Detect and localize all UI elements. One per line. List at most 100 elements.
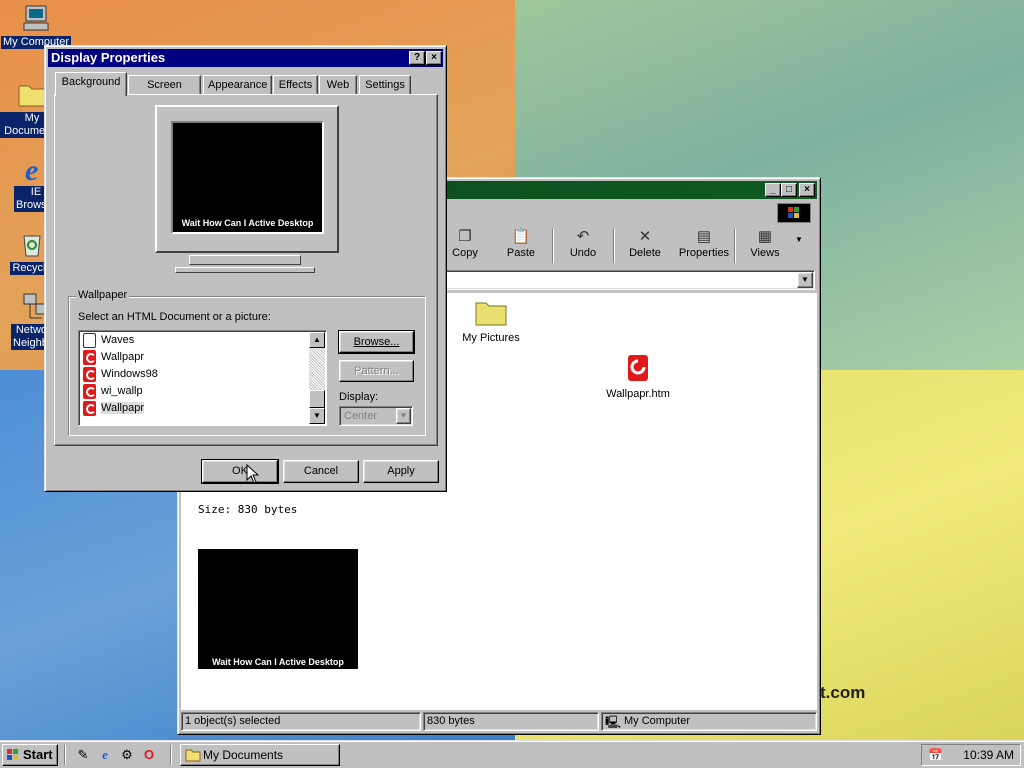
paste-label: Paste <box>506 247 536 259</box>
views-label: Views <box>750 247 780 259</box>
display-select[interactable]: Center ▼ <box>339 406 413 426</box>
toolbar-separator <box>552 229 554 263</box>
display-properties-dialog: Display Properties ? × Background Screen… <box>44 45 447 492</box>
list-item-label: Wallpapr <box>101 351 144 363</box>
html-document-icon <box>83 401 96 416</box>
monitor-base <box>189 255 301 265</box>
taskbar-item-label: My Documents <box>203 748 284 762</box>
monitor-foot <box>175 267 315 273</box>
html-document-icon <box>628 355 648 381</box>
undo-label: Undo <box>569 247 597 259</box>
ok-button[interactable]: OK <box>201 459 279 484</box>
list-prompt: Select an HTML Document or a picture: <box>78 311 271 323</box>
views-dropdown-icon[interactable]: ▼ <box>795 235 803 244</box>
html-document-icon <box>83 350 96 365</box>
list-item[interactable]: Waves <box>81 332 134 349</box>
preview-caption: Wait How Can I Active Desktop <box>181 218 314 228</box>
paste-icon: 📋 <box>511 228 531 245</box>
listbox-scrollbar[interactable]: ▲ ▼ <box>309 332 325 424</box>
taskbar-separator <box>170 745 172 765</box>
start-button[interactable]: Start <box>2 744 58 766</box>
list-item[interactable]: wi_wallp <box>81 383 143 400</box>
close-button[interactable]: × <box>426 51 442 65</box>
pattern-button[interactable]: Pattern... <box>339 360 414 382</box>
tab-appearance[interactable]: Appearance <box>203 75 272 95</box>
properties-icon: ▤ <box>696 228 712 245</box>
svg-text:e: e <box>25 154 38 184</box>
taskbar-separator <box>64 745 66 765</box>
delete-button[interactable]: ✕ Delete <box>619 227 671 265</box>
status-selection: 1 object(s) selected <box>181 712 421 731</box>
tab-effects[interactable]: Effects <box>273 75 318 95</box>
scroll-up-icon[interactable]: ▲ <box>309 332 325 348</box>
computer-icon: 🖳 <box>605 715 622 729</box>
cancel-button[interactable]: Cancel <box>283 460 359 483</box>
desktop-icon-my-computer[interactable]: My Computer <box>0 2 72 49</box>
monitor-screen: Wait How Can I Active Desktop <box>171 121 324 234</box>
internet-explorer-icon[interactable]: e <box>96 746 114 764</box>
properties-button[interactable]: ▤ Properties <box>675 227 733 265</box>
status-zone: 🖳 My Computer <box>601 712 817 731</box>
browse-button[interactable]: Browse... <box>338 330 415 354</box>
dialog-title: Display Properties <box>51 50 166 65</box>
list-item-selected[interactable]: Wallpapr <box>81 400 144 417</box>
list-item[interactable]: Wallpapr <box>81 349 144 366</box>
status-size: 830 bytes <box>423 712 599 731</box>
html-document-icon <box>83 367 96 382</box>
views-button[interactable]: ▦ Views <box>739 227 791 265</box>
tab-screen-saver[interactable]: Screen Saver <box>128 75 201 109</box>
file-item-wallpapr[interactable]: Wallpapr.htm <box>598 353 678 400</box>
clock[interactable]: 10:39 AM <box>963 745 1014 765</box>
chevron-down-icon[interactable]: ▼ <box>396 408 411 424</box>
tab-settings[interactable]: Settings <box>359 75 411 95</box>
toolbar-separator <box>734 229 736 263</box>
tab-web[interactable]: Web <box>319 75 357 95</box>
show-desktop-icon[interactable]: ✎ <box>74 746 92 764</box>
paste-button[interactable]: 📋 Paste <box>495 227 547 265</box>
display-select-value: Center <box>344 410 378 422</box>
opera-icon[interactable]: O <box>140 746 158 764</box>
wallpaper-listbox[interactable]: Waves Wallpapr Windows98 wi_wallp Wallpa… <box>78 330 327 426</box>
tab-background[interactable]: Background <box>55 72 127 96</box>
file-size-info: Size: 830 bytes <box>198 503 298 516</box>
folder-icon <box>185 749 201 762</box>
close-button[interactable]: × <box>799 183 815 197</box>
file-preview: Wait How Can I Active Desktop <box>198 549 358 669</box>
list-item-label: Waves <box>101 334 135 346</box>
folder-item-my-pictures[interactable]: My Pictures <box>451 297 531 344</box>
address-dropdown-icon[interactable]: ▼ <box>797 272 813 288</box>
taskbar-item-my-documents[interactable]: My Documents <box>180 744 340 766</box>
help-button[interactable]: ? <box>409 51 425 65</box>
start-label: Start <box>23 747 53 762</box>
system-tray: 📅 10:39 AM <box>921 744 1021 766</box>
waves-image-icon <box>83 333 97 348</box>
scroll-down-icon[interactable]: ▼ <box>309 408 325 424</box>
maximize-button[interactable]: □ <box>781 183 797 197</box>
wallpaper-text: t.com <box>820 683 866 702</box>
delete-icon: ✕ <box>638 228 652 245</box>
list-item-label: wi_wallp <box>101 385 143 397</box>
apply-button[interactable]: Apply <box>363 460 439 483</box>
copy-label: Copy <box>452 247 478 259</box>
channels-icon[interactable]: ⚙ <box>118 746 136 764</box>
monitor-preview: Wait How Can I Active Desktop <box>155 105 339 253</box>
computer-icon <box>20 2 52 34</box>
file-label: Wallpapr.htm <box>606 388 670 400</box>
list-item[interactable]: Windows98 <box>81 366 158 383</box>
properties-label: Properties <box>678 247 730 259</box>
list-item-label: Wallpapr <box>101 402 144 414</box>
windows-logo-icon <box>7 749 18 760</box>
status-bar: 1 object(s) selected 830 bytes 🖳 My Comp… <box>181 712 817 731</box>
undo-button[interactable]: ↶ Undo <box>557 227 609 265</box>
views-icon: ▦ <box>757 228 773 245</box>
minimize-button[interactable]: _ <box>765 183 781 197</box>
windows-logo-icon <box>777 203 811 223</box>
scheduler-icon[interactable]: 📅 <box>928 745 943 765</box>
toolbar-separator <box>613 229 615 263</box>
delete-label: Delete <box>629 247 661 259</box>
wallpaper-group-label: Wallpaper <box>76 289 130 301</box>
scroll-thumb[interactable] <box>309 390 325 408</box>
folder-icon <box>475 302 507 326</box>
dialog-title-bar[interactable]: Display Properties ? × <box>48 49 443 67</box>
preview-caption: Wait How Can I Active Desktop <box>212 657 344 667</box>
